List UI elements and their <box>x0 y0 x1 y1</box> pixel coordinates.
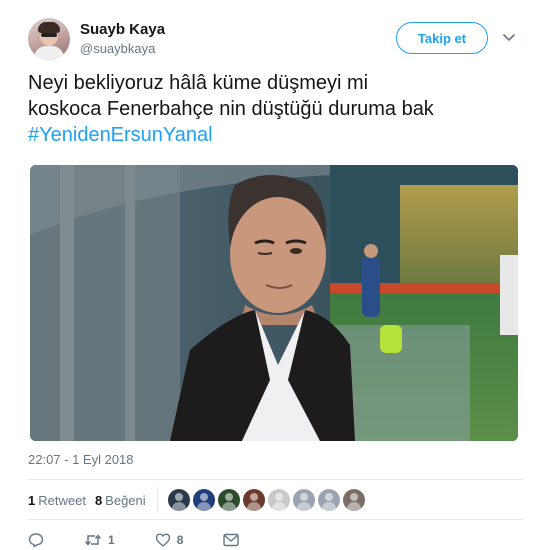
tweet-text-line-2: koskoca Fenerbahçe nin düştüğü duruma ba… <box>28 98 434 120</box>
chevron-down-icon[interactable] <box>502 30 516 44</box>
like-button[interactable]: 8 <box>155 532 184 548</box>
liker-avatar[interactable] <box>242 489 265 511</box>
retweet-action-count: 1 <box>108 533 115 547</box>
retweet-label: Retweet <box>38 492 86 508</box>
tweet-stats: 1 Retweet 8 Beğeni <box>28 487 368 513</box>
hashtag-link[interactable]: #YenidenErsunYanal <box>28 122 523 148</box>
retweet-count: 1 <box>28 492 36 508</box>
display-name[interactable]: Suayb Kaya <box>80 21 165 38</box>
liker-avatars <box>167 489 368 511</box>
retweet-button[interactable]: 1 <box>84 532 115 548</box>
retweet-stat[interactable]: 1 Retweet <box>28 493 86 508</box>
avatar[interactable] <box>28 18 70 60</box>
direct-message-button[interactable] <box>223 533 240 547</box>
stats-separator <box>156 487 158 513</box>
reply-button[interactable] <box>28 532 44 548</box>
divider <box>28 519 523 520</box>
liker-avatar[interactable] <box>342 489 365 511</box>
heart-icon <box>155 533 170 547</box>
photo-image <box>30 165 518 441</box>
liker-avatar[interactable] <box>167 489 190 511</box>
like-action-count: 8 <box>176 533 184 547</box>
follow-button[interactable]: Takip et <box>396 22 488 54</box>
tweet-photo[interactable] <box>30 165 518 441</box>
tweet-timestamp[interactable]: 22:07 - 1 Eyl 2018 <box>28 452 134 467</box>
envelope-icon <box>223 533 240 547</box>
tweet-actions: 1 8 <box>28 530 279 550</box>
like-count: 8 <box>94 492 103 508</box>
liker-avatar[interactable] <box>292 489 315 511</box>
retweet-icon <box>84 534 102 546</box>
liker-avatar[interactable] <box>217 489 240 511</box>
tweet-text-line-1: Neyi bekliyoruz hâlâ küme düşmeyi mi <box>28 72 369 94</box>
tweet-text: Neyi bekliyoruz hâlâ küme düşmeyi mi kos… <box>28 70 523 148</box>
like-stat[interactable]: 8 Beğeni <box>95 493 146 508</box>
divider <box>28 479 523 480</box>
liker-avatar[interactable] <box>192 489 215 511</box>
tweet-header: Suayb Kaya @suaybkaya Takip et <box>28 18 523 62</box>
liker-avatar[interactable] <box>317 489 340 511</box>
user-handle[interactable]: @suaybkaya <box>80 41 155 56</box>
reply-icon <box>28 533 44 548</box>
liker-avatar[interactable] <box>267 489 290 511</box>
like-label: Beğeni <box>105 492 146 508</box>
